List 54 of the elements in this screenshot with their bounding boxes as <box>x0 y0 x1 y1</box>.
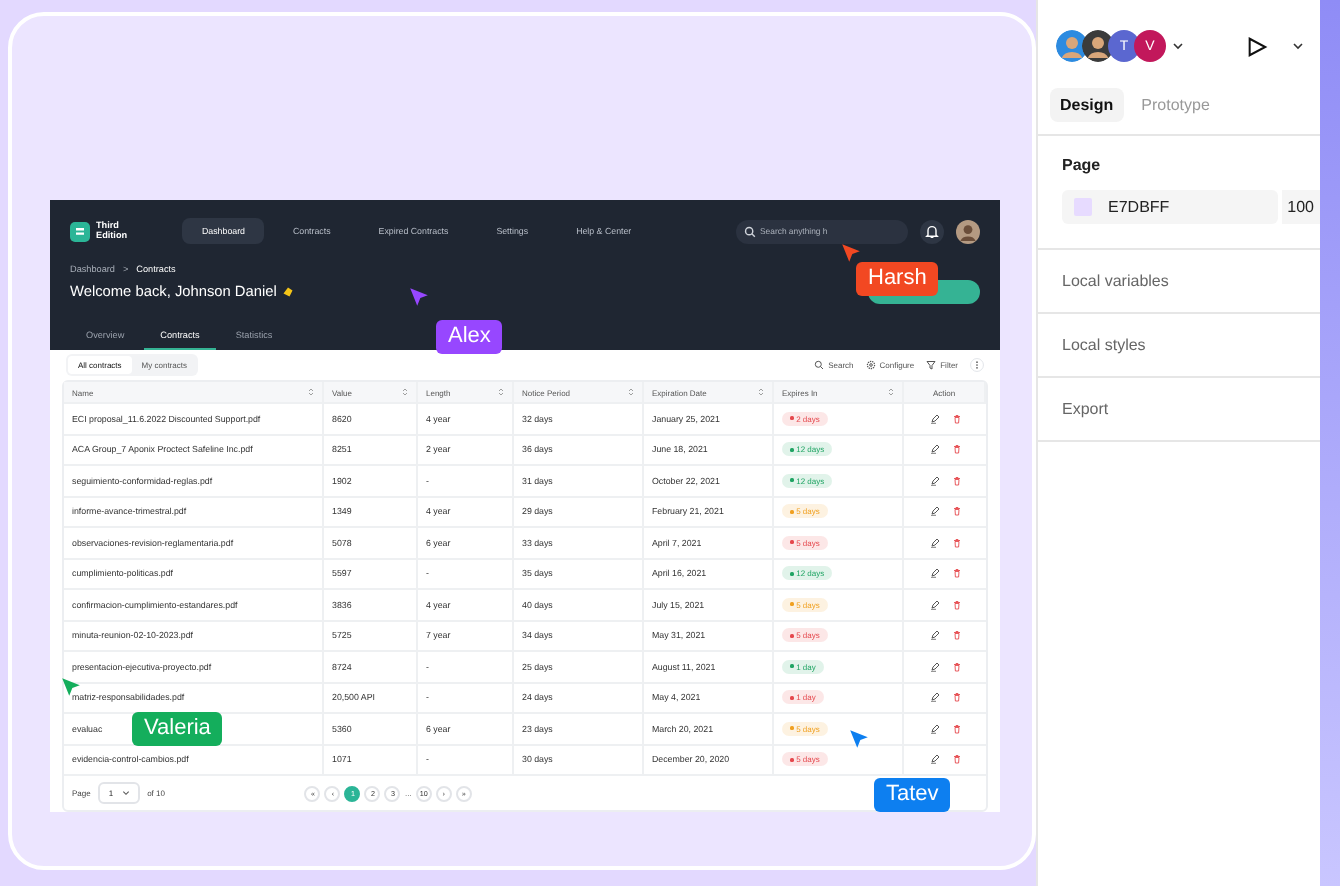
more-icon[interactable] <box>970 358 984 372</box>
trash-icon[interactable] <box>951 661 961 672</box>
search-icon <box>814 360 825 370</box>
pencil-icon[interactable] <box>929 754 939 765</box>
pencil-icon[interactable] <box>929 537 939 548</box>
avatar-icon[interactable] <box>956 219 980 243</box>
sort-icon <box>402 388 408 396</box>
trash-icon[interactable] <box>951 599 961 610</box>
pencil-icon[interactable] <box>929 599 939 610</box>
pencil-icon[interactable] <box>929 506 939 517</box>
cursor-name-tag: Tatev <box>874 778 951 813</box>
play-icon[interactable] <box>1246 35 1268 57</box>
trash-icon[interactable] <box>951 444 961 455</box>
cursor-name-tag: Valeria <box>132 712 223 747</box>
sort-icon <box>308 388 314 396</box>
pointer-icon <box>408 286 430 308</box>
trash-icon[interactable] <box>951 630 961 641</box>
pencil-icon[interactable] <box>929 661 939 672</box>
trash-icon[interactable] <box>951 568 961 579</box>
sort-icon <box>628 388 634 396</box>
cursor-name-tag: Harsh <box>856 262 939 297</box>
trash-icon[interactable] <box>951 723 961 734</box>
trash-icon[interactable] <box>951 413 961 424</box>
search-icon <box>744 225 756 237</box>
sort-icon <box>888 388 894 396</box>
pencil-icon[interactable] <box>929 723 939 734</box>
trash-icon[interactable] <box>951 754 961 765</box>
trash-icon[interactable] <box>951 537 961 548</box>
trash-icon[interactable] <box>951 475 961 486</box>
pencil-icon[interactable] <box>929 630 939 641</box>
pencil-icon[interactable] <box>929 475 939 486</box>
pointer-icon <box>848 728 870 750</box>
trash-icon[interactable] <box>951 692 961 703</box>
sort-icon <box>758 388 764 396</box>
color-swatch <box>1074 198 1092 216</box>
cursor-name-tag: Alex <box>436 320 503 355</box>
panel-tab[interactable]: Design <box>1050 88 1124 122</box>
trash-icon[interactable] <box>951 506 961 517</box>
pencil-icon[interactable] <box>929 692 939 703</box>
sort-icon <box>498 388 504 396</box>
chevron-icon[interactable] <box>1172 42 1184 50</box>
pencil-icon[interactable] <box>929 413 939 424</box>
logo-icon <box>70 221 90 241</box>
pencil-icon[interactable] <box>929 568 939 579</box>
bell-icon[interactable] <box>920 219 944 243</box>
pointer-icon <box>840 242 862 264</box>
opacity-field[interactable]: 100 <box>1281 190 1320 224</box>
section-title: Page <box>1062 156 1103 174</box>
chevron-icon[interactable] <box>1292 42 1304 50</box>
color-field[interactable]: E7DBFF <box>1062 190 1278 224</box>
chevron-icon <box>121 790 130 796</box>
gear-icon <box>865 360 876 370</box>
filter-icon <box>926 360 937 370</box>
pencil-icon[interactable] <box>929 444 939 455</box>
